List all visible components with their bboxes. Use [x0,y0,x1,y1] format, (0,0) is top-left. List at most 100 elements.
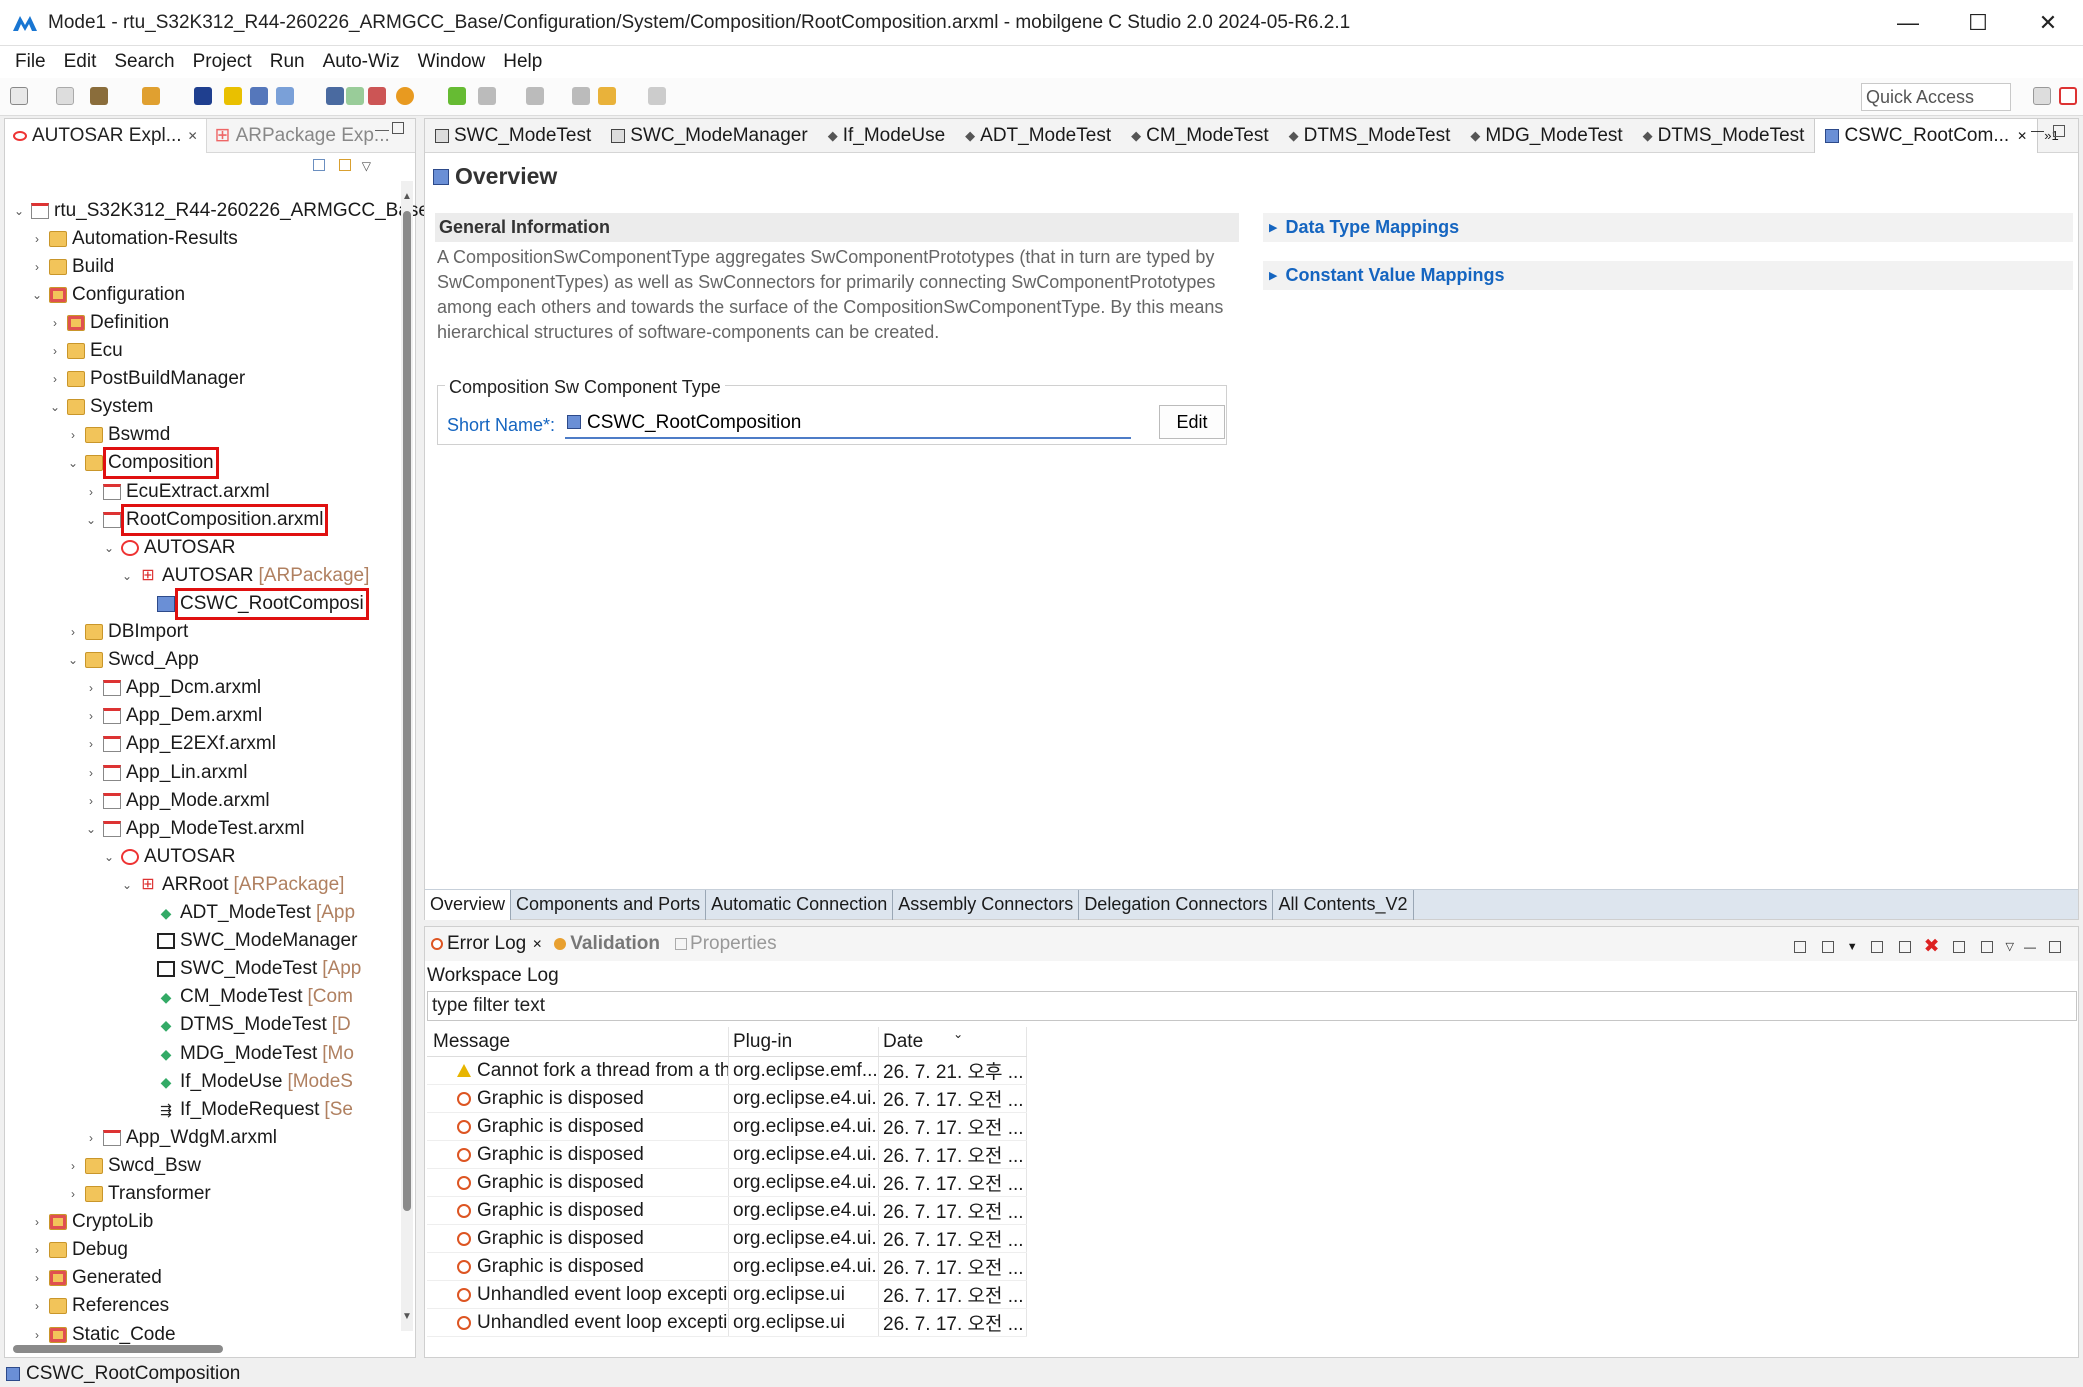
expanded-arrow-icon[interactable]: ⌄ [65,456,81,470]
link-editor-icon[interactable] [338,159,351,171]
editor-tab[interactable]: ◆ If_ModeUse [818,119,955,153]
expanded-arrow-icon[interactable]: ⌄ [65,653,81,667]
editor-page-tab[interactable]: Overview [425,889,512,920]
tree-item[interactable]: › References [29,1293,169,1320]
chart-icon[interactable] [276,87,294,105]
collapsed-arrow-icon[interactable]: › [83,709,99,723]
short-name-field[interactable] [565,409,1131,439]
collapsed-arrow-icon[interactable]: › [29,1299,45,1313]
expanded-arrow-icon[interactable]: ⌄ [47,400,63,414]
tree-item[interactable]: ⌄ AUTOSAR [101,534,236,561]
menu-project[interactable]: Project [184,51,261,73]
tree-item[interactable]: ⌄ AUTOSAR [101,843,236,870]
back-history-icon[interactable] [572,87,590,105]
delete-log-icon[interactable] [1898,940,1911,953]
tree-item[interactable]: › App_Lin.arxml [83,759,247,786]
tree-item[interactable]: ⌄ System [47,394,153,421]
collapsed-arrow-icon[interactable]: › [47,344,63,358]
tree-item[interactable]: › Transformer [65,1181,211,1208]
expanded-arrow-icon[interactable]: ⌄ [11,204,27,218]
tree-item[interactable]: › Swcd_Bsw [65,1152,201,1179]
log-row[interactable]: Graphic is disposed org.eclipse.e4.ui... 2… [427,1197,1027,1225]
link-icon[interactable] [448,87,466,105]
expanded-arrow-icon[interactable]: ⌄ [101,541,117,555]
collapsed-arrow-icon[interactable]: › [29,1243,45,1257]
annotation-icon[interactable] [526,87,544,105]
tree-vscroll-thumb[interactable] [403,211,411,1211]
column-message[interactable]: Message [427,1027,729,1056]
tree-item[interactable]: SWC_ModeManager [137,928,357,955]
close-icon[interactable]: ✕ [532,937,542,951]
editor-page-tab[interactable]: Delegation Connectors [1079,889,1274,920]
collapsed-arrow-icon[interactable]: › [47,316,63,330]
perspective-icon[interactable] [2033,87,2051,105]
expanded-arrow-icon[interactable]: ⌄ [29,288,45,302]
new-icon[interactable] [10,87,28,105]
tree-item[interactable]: SWC_ModeTest [App [137,956,361,983]
log-row[interactable]: Graphic is disposed org.eclipse.e4.ui... 2… [427,1141,1027,1169]
scroll-down-icon[interactable]: ▼ [402,1311,412,1322]
minimize-button[interactable]: — [1873,0,1943,46]
menu-window[interactable]: Window [409,51,495,73]
maximize-view-icon[interactable] [2049,940,2061,953]
minimize-view-icon[interactable]: — [375,121,389,137]
collapsed-arrow-icon[interactable]: › [65,428,81,442]
terminal-icon[interactable] [194,87,212,105]
expanded-arrow-icon[interactable]: ⌄ [101,850,117,864]
tree-item[interactable]: › App_WdgM.arxml [83,1124,277,1151]
cut-icon[interactable] [368,87,386,105]
collapsed-arrow-icon[interactable]: › [65,1187,81,1201]
menu-run[interactable]: Run [261,51,314,73]
menu-edit[interactable]: Edit [55,51,106,73]
editor-tab[interactable]: CSWC_RootCom... ✕ [1814,118,2039,153]
collapsed-arrow-icon[interactable]: › [65,625,81,639]
tree-item[interactable]: › Build [29,253,114,280]
tree-item[interactable]: CSWC_RootComposi [137,587,369,620]
tree-item[interactable]: › App_Mode.arxml [83,787,270,814]
collapsed-arrow-icon[interactable]: › [83,485,99,499]
expanded-arrow-icon[interactable]: ⌄ [119,569,135,583]
collapsed-arrow-icon[interactable]: › [29,1215,45,1229]
graph-icon[interactable] [250,87,268,105]
import-log-icon[interactable] [1821,940,1834,953]
collapsed-arrow-icon[interactable]: › [29,1328,45,1342]
tree-item[interactable]: ◆ ADT_ModeTest [App [137,900,355,927]
constant-value-mappings-section[interactable]: ▶ Constant Value Mappings [1263,261,2073,290]
column-plugin[interactable]: Plug-in [729,1027,879,1056]
tree-item[interactable]: › App_Dcm.arxml [83,675,261,702]
nav-icon[interactable] [478,87,496,105]
tree-item[interactable]: › EcuExtract.arxml [83,478,270,505]
editor-page-tab[interactable]: Assembly Connectors [893,889,1080,920]
collapsed-arrow-icon[interactable]: › [29,232,45,246]
log-filter-input[interactable] [427,991,2077,1021]
tree-item[interactable]: › Generated [29,1265,162,1292]
tree-item[interactable]: › Debug [29,1237,128,1264]
forward-icon[interactable] [648,87,666,105]
tab-validation[interactable]: Validation [548,933,666,955]
editor-tab[interactable]: ◆ MDG_ModeTest [1460,119,1632,153]
tree-vscroll-track[interactable]: ▲ ▼ [401,181,413,1331]
log-row[interactable]: Cannot fork a thread from a th org.eclips… [427,1057,1027,1085]
tree-item[interactable]: ⌄ ⊞ ARRoot [ARPackage] [119,871,344,898]
tree-item[interactable]: › Bswmd [65,422,170,449]
editor-tab[interactable]: ◆ ADT_ModeTest [955,119,1121,153]
tree-item[interactable]: ◆ If_ModeUse [ModeS [137,1068,353,1095]
close-icon[interactable]: ✕ [2017,129,2027,143]
tree-item[interactable]: ⌄ Composition [65,447,219,480]
restore-log-icon[interactable] [1980,940,1993,953]
collapsed-arrow-icon[interactable]: › [83,766,99,780]
collapsed-arrow-icon[interactable]: › [83,794,99,808]
tree-item[interactable]: ⇶ If_ModeRequest [Se [137,1096,353,1123]
maximize-button[interactable]: ☐ [1943,0,2013,46]
log-row[interactable]: Graphic is disposed org.eclipse.e4.ui... 2… [427,1085,1027,1113]
minimize-view-icon[interactable]: — [2024,940,2036,954]
collapsed-arrow-icon[interactable]: › [29,260,45,274]
collapsed-arrow-icon[interactable]: › [65,1159,81,1173]
scroll-up-icon[interactable]: ▲ [402,191,412,202]
tree-item[interactable]: ◆ CM_ModeTest [Com [137,984,353,1011]
tree-item[interactable]: › App_Dem.arxml [83,703,262,730]
tree-item[interactable]: › Static_Code [29,1321,176,1348]
tab-autosar-explorer[interactable]: AUTOSAR Expl... ✕ [5,118,207,153]
editor-tab[interactable]: ◆ DTMS_ModeTest [1633,119,1815,153]
tree-item[interactable]: › PostBuildManager [47,366,245,393]
